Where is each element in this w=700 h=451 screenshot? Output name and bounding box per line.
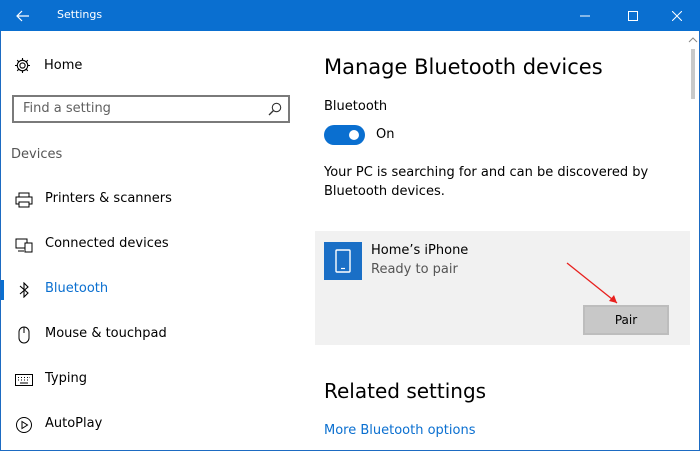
sidebar-item-bluetooth[interactable]: Bluetooth bbox=[0, 268, 300, 313]
maximize-button[interactable] bbox=[610, 0, 656, 31]
sidebar-item-label: Bluetooth bbox=[45, 281, 109, 296]
back-arrow-icon bbox=[16, 10, 29, 21]
sidebar-item-home[interactable]: Home bbox=[14, 56, 82, 74]
more-bluetooth-options-link[interactable]: More Bluetooth options bbox=[324, 423, 475, 438]
active-indicator bbox=[0, 280, 4, 300]
page-title: Manage Bluetooth devices bbox=[324, 55, 603, 79]
search-placeholder: Find a setting bbox=[23, 101, 111, 116]
window-title: Settings bbox=[57, 8, 103, 21]
device-status: Ready to pair bbox=[371, 262, 458, 277]
connected-devices-icon bbox=[14, 236, 34, 254]
device-name: Home’s iPhone bbox=[371, 243, 469, 258]
sidebar-item-label: AutoPlay bbox=[45, 416, 103, 431]
toggle-state-text: On bbox=[376, 127, 395, 142]
sidebar-item-connected-devices[interactable]: Connected devices bbox=[0, 223, 300, 268]
close-button[interactable] bbox=[654, 0, 700, 31]
mouse-icon bbox=[14, 326, 34, 344]
minimize-button[interactable] bbox=[562, 0, 608, 31]
bluetooth-toggle[interactable] bbox=[324, 125, 365, 145]
maximize-icon bbox=[628, 10, 638, 21]
bluetooth-icon bbox=[14, 281, 34, 299]
scroll-thumb[interactable] bbox=[691, 49, 695, 99]
scroll-up-arrow-icon[interactable] bbox=[687, 35, 699, 45]
toggle-knob bbox=[349, 130, 359, 140]
main-content: Manage Bluetooth devices Bluetooth On Yo… bbox=[300, 31, 700, 451]
device-card[interactable]: Home’s iPhone Ready to pair Pair bbox=[315, 231, 690, 345]
phone-icon bbox=[324, 242, 362, 280]
sidebar-item-printers-scanners[interactable]: Printers & scanners bbox=[0, 178, 300, 223]
bluetooth-toggle-label: Bluetooth bbox=[324, 99, 388, 114]
back-button[interactable] bbox=[0, 0, 46, 31]
gear-icon bbox=[15, 57, 30, 73]
sidebar-item-label: Printers & scanners bbox=[45, 191, 172, 206]
sidebar-item-label: Typing bbox=[45, 371, 87, 386]
discovery-description: Your PC is searching for and can be disc… bbox=[324, 165, 649, 199]
search-input[interactable]: Find a setting bbox=[12, 95, 290, 123]
sidebar-item-label: Connected devices bbox=[45, 236, 169, 251]
sidebar-item-autoplay[interactable]: AutoPlay bbox=[0, 403, 300, 448]
section-heading-devices: Devices bbox=[11, 147, 63, 162]
autoplay-icon bbox=[14, 416, 34, 434]
keyboard-icon bbox=[14, 371, 34, 389]
scrollbar[interactable] bbox=[687, 31, 699, 451]
pair-button[interactable]: Pair bbox=[583, 305, 669, 335]
annotation-arrow-icon bbox=[566, 262, 618, 304]
related-settings-heading: Related settings bbox=[324, 379, 487, 403]
sidebar-item-typing[interactable]: Typing bbox=[0, 358, 300, 403]
printer-icon bbox=[14, 191, 34, 209]
sidebar: Home Find a setting Devices Printers & s… bbox=[0, 31, 300, 451]
close-icon bbox=[672, 10, 682, 21]
sidebar-item-label: Mouse & touchpad bbox=[45, 326, 167, 341]
title-bar: Settings bbox=[0, 0, 700, 31]
search-icon bbox=[268, 102, 282, 116]
sidebar-item-mouse-touchpad[interactable]: Mouse & touchpad bbox=[0, 313, 300, 358]
minimize-icon bbox=[580, 15, 590, 16]
home-label: Home bbox=[44, 57, 83, 73]
